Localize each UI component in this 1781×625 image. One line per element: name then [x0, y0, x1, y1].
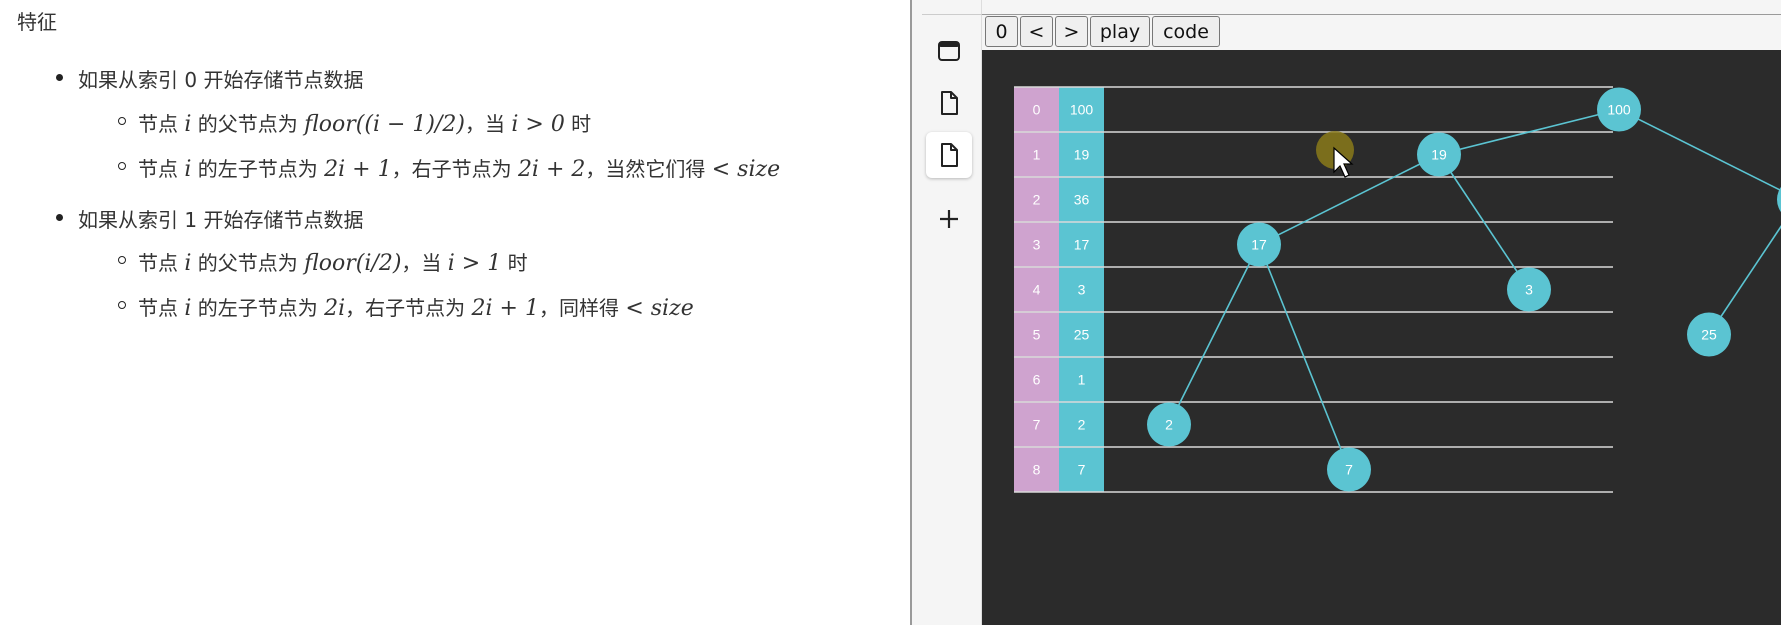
rule-parent-index-0: 节点 i 的父节点为 floor((i − 1)/2)，当 i > 0 时 [117, 108, 592, 137]
rule-text: 的父节点为 [191, 251, 305, 275]
rule-text: 时 [501, 251, 528, 275]
rule-text: 时 [564, 112, 592, 136]
tool-strip [912, 0, 982, 625]
rule-text: 的左子节点为 [191, 157, 325, 181]
rule-text: ，当然它们得 [585, 157, 712, 181]
prev-step-button[interactable]: < [1020, 16, 1053, 47]
math-cond: i > 1 [447, 251, 502, 276]
math-cond: 2i + 1 [471, 296, 539, 321]
rule-text: 节点 [138, 157, 185, 181]
math-extra: < size [625, 296, 694, 321]
active-document-button[interactable] [926, 132, 972, 178]
notes-document: 特征 如果从索引 0 开始存储节点数据 节点 i 的父节点为 floor((i … [0, 0, 910, 625]
heap-visualization-canvas: 010011923631743525617287100193617325127 [982, 50, 1781, 625]
value-label: 3 [1078, 282, 1086, 298]
index-label: 5 [1033, 327, 1041, 343]
math-cond: 2i + 2 [517, 157, 586, 182]
rule-text: ，右子节点为 [345, 296, 472, 320]
index-label: 4 [1033, 282, 1041, 298]
code-button[interactable]: code [1152, 16, 1220, 47]
index-label: 3 [1033, 237, 1041, 253]
value-label: 1 [1078, 372, 1086, 388]
document-active-icon [941, 143, 958, 167]
value-label: 100 [1070, 102, 1094, 118]
reset-button[interactable]: 0 [985, 16, 1018, 47]
index-label: 1 [1033, 147, 1041, 163]
document-icon [941, 91, 958, 115]
math-expr: floor(i/2) [304, 251, 402, 276]
rule-text: ，当 [465, 112, 512, 136]
play-button[interactable]: play [1090, 16, 1150, 47]
rule-text: 节点 [138, 296, 185, 320]
rule-parent-index-1: 节点 i 的父节点为 floor(i/2)，当 i > 1 时 [118, 247, 528, 276]
plus-icon [940, 210, 958, 228]
math-expr: 2i + 1 [324, 157, 392, 182]
index-label: 6 [1033, 372, 1041, 388]
tree-edge [1708, 225, 1781, 335]
index-label: 7 [1033, 417, 1041, 433]
tree-node-label: 25 [1701, 327, 1717, 343]
tree-node-label: 19 [1431, 147, 1447, 163]
sidebar-toggle-icon [938, 41, 960, 61]
rule-text: 的左子节点为 [191, 296, 325, 320]
tree-edge [1618, 108, 1781, 192]
playback-controls: 0 < > play code [985, 16, 1220, 47]
tree-node-label: 100 [1607, 102, 1631, 118]
rule-text: ，当 [401, 251, 448, 275]
bullet-index-1: 如果从索引 1 开始存储节点数据 [55, 204, 363, 233]
rule-text: 节点 [138, 112, 185, 136]
tree-edge [1258, 153, 1440, 246]
rule-children-index-1: 节点 i 的左子节点为 2i，右子节点为 2i + 1，同样得 < size [118, 292, 694, 321]
strip-top-border [922, 14, 982, 15]
new-document-button[interactable] [926, 80, 972, 126]
value-label: 19 [1074, 147, 1090, 163]
rule-text: ，同样得 [538, 296, 626, 320]
value-label: 36 [1074, 192, 1090, 208]
math-expr: floor((i − 1)/2) [304, 112, 465, 137]
value-label: 2 [1078, 417, 1086, 433]
value-label: 17 [1074, 237, 1090, 253]
rule-text: ，右子节点为 [391, 157, 518, 181]
tree-node-label: 2 [1165, 417, 1173, 433]
heap-tree-svg: 010011923631743525617287100193617325127 [1014, 86, 1781, 493]
math-cond: i > 0 [511, 112, 565, 137]
index-label: 2 [1033, 192, 1041, 208]
sidebar-toggle-button[interactable] [926, 28, 972, 74]
rule-text: 的父节点为 [191, 112, 305, 136]
section-heading: 特征 [17, 10, 57, 34]
tree-node-label: 3 [1525, 282, 1533, 298]
bullet-index-0: 如果从索引 0 开始存储节点数据 [55, 64, 363, 93]
rule-children-index-0: 节点 i 的左子节点为 2i + 1，右子节点为 2i + 2，当然它们得 < … [117, 153, 781, 182]
toolbar-top-border [982, 14, 1781, 15]
math-extra: < size [711, 157, 781, 182]
add-button[interactable] [926, 196, 972, 242]
next-step-button[interactable]: > [1055, 16, 1088, 47]
index-label: 0 [1033, 102, 1041, 118]
tree-node [1777, 186, 1781, 213]
tree-node-label: 7 [1345, 462, 1353, 478]
index-label: 8 [1033, 462, 1041, 478]
value-label: 25 [1074, 327, 1090, 343]
rule-text: 节点 [138, 251, 185, 275]
value-label: 7 [1078, 462, 1086, 478]
tree-node-label: 17 [1251, 237, 1267, 253]
tree-edge [1168, 244, 1260, 425]
math-expr: 2i [324, 296, 346, 321]
